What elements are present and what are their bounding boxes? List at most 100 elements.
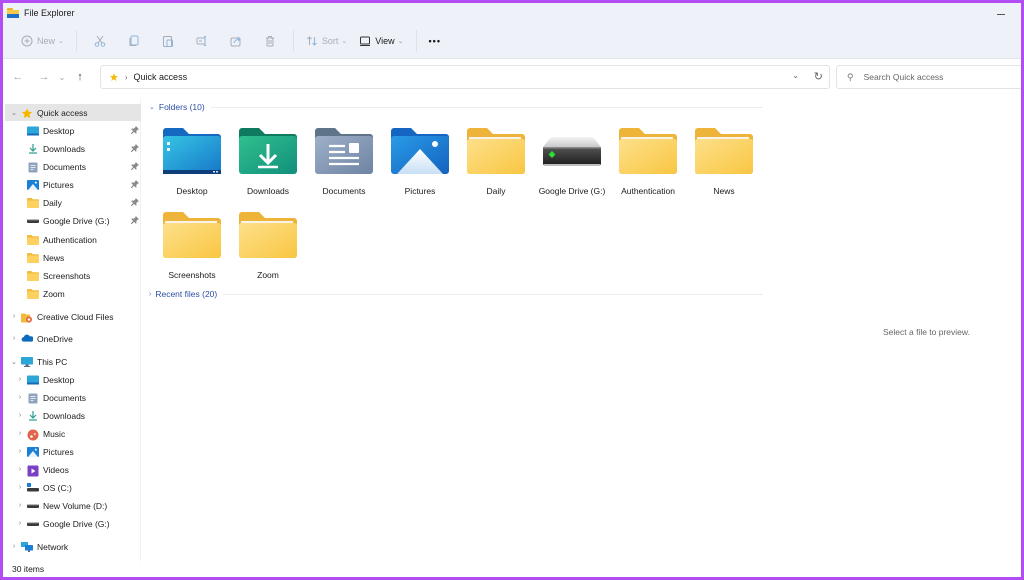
folder-tile-zoom[interactable]: Zoom [231, 207, 305, 287]
chevron-right-icon[interactable]: › [15, 376, 25, 383]
minimize-button[interactable] [995, 6, 1007, 18]
folder-tile-pictures[interactable]: Pictures [383, 123, 457, 203]
chevron-down-icon: ⌄ [58, 37, 64, 45]
sidebar-item-os-c[interactable]: › OS (C:) [5, 479, 141, 496]
desktop-icon [27, 126, 39, 136]
rename-button[interactable] [185, 29, 219, 53]
chevron-right-icon[interactable]: › [15, 520, 25, 527]
sidebar-item-pictures[interactable]: Pictures [5, 176, 141, 193]
toolbar-divider [415, 29, 417, 52]
chevron-right-icon[interactable]: › [9, 543, 19, 550]
section-divider [223, 293, 763, 295]
folder-icon [465, 123, 527, 177]
sidebar-item-creative-cloud-files[interactable]: › Creative Cloud Files [5, 308, 141, 325]
back-button[interactable]: ← [7, 66, 29, 88]
star-icon: ★ [109, 71, 119, 84]
share-icon [230, 35, 242, 47]
sidebar-item-onedrive[interactable]: › OneDrive [5, 330, 141, 347]
cut-button[interactable] [83, 29, 117, 53]
folder-label: Screenshots [168, 270, 216, 280]
folder-icon [693, 123, 755, 177]
chevron-right-icon[interactable]: › [9, 335, 19, 342]
address-dropdown-button[interactable]: ⌄ [792, 71, 799, 80]
folder-tile-screenshots[interactable]: Screenshots [155, 207, 229, 287]
documents-icon [27, 393, 39, 403]
sidebar-item-daily[interactable]: Daily [5, 194, 141, 211]
preview-message: Select a file to preview. [883, 327, 970, 337]
sidebar-item-desktop[interactable]: › Desktop [5, 371, 141, 388]
folder-icon [27, 234, 39, 245]
chevron-right-icon[interactable]: › [15, 394, 25, 401]
recent-files-section-label: Recent files (20) [155, 289, 218, 299]
status-bar: 30 items [3, 561, 1021, 577]
chevron-right-icon[interactable]: › [15, 448, 25, 455]
chevron-down-icon[interactable]: ⌄ [9, 109, 19, 117]
sort-button[interactable]: Sort ⌄ [300, 29, 353, 53]
paste-button[interactable] [151, 29, 185, 53]
sidebar-item-authentication[interactable]: Authentication [5, 231, 141, 248]
folder-tile-news[interactable]: News [687, 123, 761, 203]
sidebar-item-zoom[interactable]: Zoom [5, 285, 141, 302]
chevron-down-icon[interactable]: ⌄ [9, 358, 19, 366]
new-button[interactable]: New ⌄ [15, 29, 70, 53]
address-bar[interactable]: ★ › Quick access ⌄ ↻ [100, 65, 830, 89]
delete-icon [264, 35, 276, 47]
sidebar-item-network[interactable]: › Network [5, 538, 141, 555]
sidebar-item-desktop[interactable]: Desktop [5, 122, 141, 139]
chevron-right-icon: › [149, 290, 152, 298]
sidebar-item-google-drive-g[interactable]: › Google Drive (G:) [5, 515, 141, 532]
copy-button[interactable] [117, 29, 151, 53]
search-input[interactable]: ⚲ Search Quick access [836, 65, 1021, 89]
sidebar-item-google-drive-g[interactable]: Google Drive (G:) [5, 212, 141, 229]
sidebar-item-downloads[interactable]: › Downloads [5, 407, 141, 424]
breadcrumb-quick-access[interactable]: Quick access [134, 72, 188, 82]
sidebar-item-pictures[interactable]: › Pictures [5, 443, 141, 460]
folder-tile-desktop[interactable]: Desktop [155, 123, 229, 203]
folders-section-header[interactable]: ⌄ Folders (10) [149, 102, 763, 112]
view-button[interactable]: View ⌄ [353, 29, 409, 53]
folder-label: News [713, 186, 735, 196]
chevron-right-icon[interactable]: › [9, 313, 19, 320]
folder-tile-daily[interactable]: Daily [459, 123, 533, 203]
sidebar-item-news[interactable]: News [5, 249, 141, 266]
sidebar-item-this-pc[interactable]: ⌄ This PC [5, 353, 141, 370]
sidebar-item-quick-access[interactable]: ⌄ Quick access [5, 104, 141, 121]
sidebar-item-downloads[interactable]: Downloads [5, 140, 141, 157]
folder-label: Authentication [621, 186, 675, 196]
downloads-icon [237, 123, 299, 177]
navigation-pane: ⌄ Quick access Desktop Downloads Documents Pi… [3, 99, 141, 561]
sidebar-item-screenshots[interactable]: Screenshots [5, 267, 141, 284]
chevron-right-icon[interactable]: › [15, 502, 25, 509]
chevron-right-icon[interactable]: › [15, 430, 25, 437]
sidebar-item-documents[interactable]: › Documents [5, 389, 141, 406]
sidebar-item-new-volume-d[interactable]: › New Volume (D:) [5, 497, 141, 514]
sidebar-item-music[interactable]: › Music [5, 425, 141, 442]
folder-icon [27, 270, 39, 281]
sidebar-item-documents[interactable]: Documents [5, 158, 141, 175]
delete-button[interactable] [253, 29, 287, 53]
recent-files-section-header[interactable]: › Recent files (20) [149, 289, 763, 299]
share-button[interactable] [219, 29, 253, 53]
chevron-right-icon[interactable]: › [15, 412, 25, 419]
chevron-right-icon[interactable]: › [15, 484, 25, 491]
sidebar-item-label: Desktop [43, 374, 75, 385]
os-drive-icon [27, 482, 39, 493]
folder-label: Documents [322, 186, 366, 196]
preview-pane: Select a file to preview. [769, 99, 1021, 561]
chevron-right-icon[interactable]: › [15, 466, 25, 473]
section-divider [210, 106, 763, 108]
up-button[interactable]: ↑ [69, 66, 91, 88]
search-placeholder: Search Quick access [863, 72, 944, 82]
chevron-down-icon: ⌄ [341, 37, 348, 45]
sidebar-item-label: This PC [37, 356, 68, 367]
folder-label: Desktop [176, 186, 208, 196]
more-options-button[interactable]: ••• [423, 29, 447, 53]
folder-tile-documents[interactable]: Documents [307, 123, 381, 203]
folder-tile-authentication[interactable]: Authentication [611, 123, 685, 203]
refresh-button[interactable]: ↻ [814, 70, 823, 83]
recent-locations-button[interactable]: ⌄ [55, 66, 69, 88]
forward-button[interactable]: → [33, 66, 55, 88]
sidebar-item-videos[interactable]: › Videos [5, 461, 141, 478]
folder-tile-google-drive-g[interactable]: Google Drive (G:) [535, 123, 609, 203]
folder-tile-downloads[interactable]: Downloads [231, 123, 305, 203]
